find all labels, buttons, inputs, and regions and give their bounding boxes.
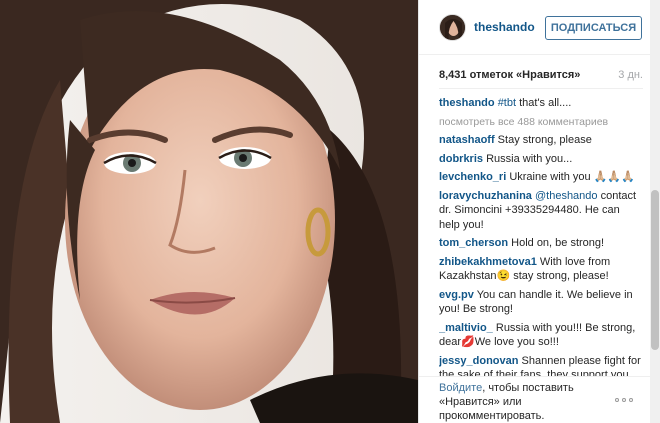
comment-author[interactable]: _maltivio_ xyxy=(439,322,493,334)
post-header: theshando ПОДПИСАТЬСЯ xyxy=(419,0,651,55)
scrollbar[interactable] xyxy=(650,0,660,423)
avatar-icon xyxy=(440,15,465,40)
comment-item: _maltivio_ Russia with you!!! Be strong,… xyxy=(439,321,643,350)
login-prompt: Войдите, чтобы поставить «Нравится» или … xyxy=(439,381,609,423)
caption-author[interactable]: theshando xyxy=(439,97,495,109)
comment-item: evg.pv You can handle it. We believe in … xyxy=(439,288,643,317)
comment-author[interactable]: loravychuzhanina xyxy=(439,190,532,202)
comment-item: natashaoff Stay strong, please xyxy=(439,133,643,148)
comment-text: Russia with you... xyxy=(483,152,573,165)
dot-icon xyxy=(629,398,633,402)
comment-mention[interactable]: @theshando xyxy=(535,190,598,202)
dot-icon xyxy=(615,398,619,402)
view-all-comments-link[interactable]: посмотреть все 488 комментариев xyxy=(439,115,643,130)
caption: theshando #tbt that's all.... xyxy=(439,96,643,111)
post-footer: Войдите, чтобы поставить «Нравится» или … xyxy=(419,376,651,423)
stats-row: 8,431 отметок «Нравится» 3 дн. xyxy=(439,69,643,83)
comment-item: jessy_donovan Shannen please fight for t… xyxy=(439,354,643,377)
scrollbar-thumb[interactable] xyxy=(651,190,659,350)
post-author-username[interactable]: theshando xyxy=(474,20,535,34)
caption-text: that's all.... xyxy=(516,97,572,109)
post-time[interactable]: 3 дн. xyxy=(618,69,643,81)
portrait-image xyxy=(0,0,418,423)
comment-item: tom_cherson Hold on, be strong! xyxy=(439,236,643,251)
comment-item: levchenko_ri Ukraine with you 🙏🏼🙏🏼🙏🏼 xyxy=(439,170,643,185)
comment-text: Hold on, be strong! xyxy=(508,237,605,249)
comment-author[interactable]: dobrkris xyxy=(439,153,483,165)
comment-text: Ukraine with you 🙏🏼🙏🏼🙏🏼 xyxy=(506,171,635,183)
post-photo[interactable] xyxy=(0,0,418,423)
more-options-icon[interactable] xyxy=(615,395,637,405)
comment-author[interactable]: evg.pv xyxy=(439,289,474,301)
comment-text: Stay strong, please xyxy=(494,134,592,146)
likes-count[interactable]: 8,431 отметок «Нравится» xyxy=(439,69,580,81)
caption-hashtag[interactable]: #tbt xyxy=(498,97,516,109)
comment-item: zhibekakhmetova1 With love from Kazakhst… xyxy=(439,255,643,284)
post-details-panel: theshando ПОДПИСАТЬСЯ 8,431 отметок «Нра… xyxy=(418,0,660,423)
comment-author[interactable]: zhibekakhmetova1 xyxy=(439,256,537,268)
login-link[interactable]: Войдите xyxy=(439,382,482,394)
avatar[interactable] xyxy=(439,14,466,41)
comments-list[interactable]: theshando #tbt that's all.... посмотреть… xyxy=(439,96,643,376)
comment-author[interactable]: tom_cherson xyxy=(439,237,508,249)
comment-item: loravychuzhanina @theshando contact dr. … xyxy=(439,189,643,233)
divider xyxy=(439,88,643,89)
comment-item: dobrkris Russia with you... xyxy=(439,152,643,167)
comment-author[interactable]: levchenko_ri xyxy=(439,171,506,183)
comment-author[interactable]: jessy_donovan xyxy=(439,355,518,367)
comment-author[interactable]: natashaoff xyxy=(439,134,495,146)
dot-icon xyxy=(622,398,626,402)
follow-button[interactable]: ПОДПИСАТЬСЯ xyxy=(545,16,642,40)
